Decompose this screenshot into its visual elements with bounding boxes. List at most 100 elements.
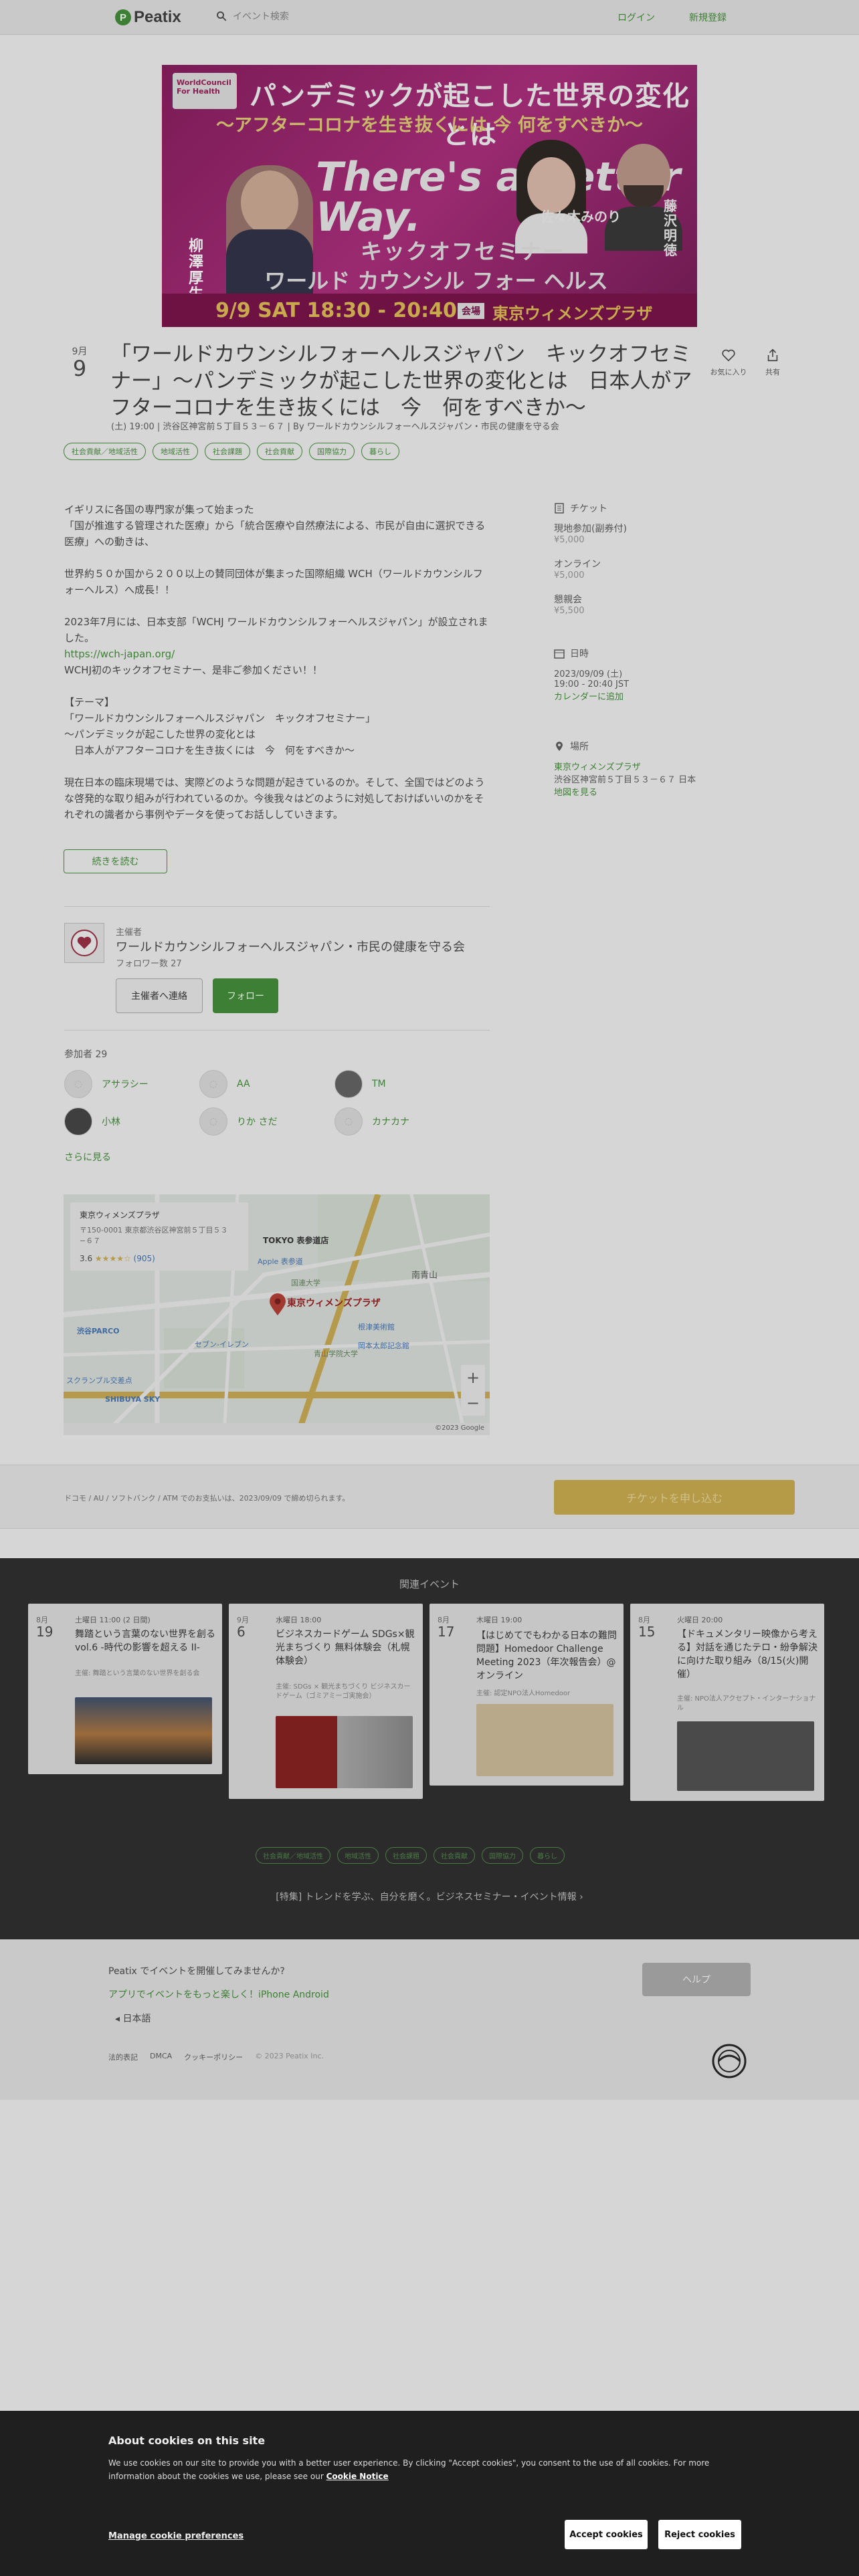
- desc-p3: 2023年7月には、日本支部「WCHJ ワールドカウンシルフォーヘルスジャパン」…: [64, 616, 488, 644]
- tag-item[interactable]: 国際協力: [482, 1847, 523, 1864]
- host-event-link[interactable]: Peatix でイベントを開催してみませんか?: [108, 1964, 285, 1977]
- search-placeholder: イベント検索: [233, 11, 289, 22]
- special-feature-link[interactable]: [特集] トレンドを学ぶ、自分を磨く。ビジネスセミナー・イベント情報 ›: [0, 1890, 859, 1903]
- footer-link[interactable]: 法的表記: [108, 2052, 138, 2062]
- view-map-link[interactable]: 地図を見る: [554, 788, 597, 798]
- favorite-button[interactable]: お気に入り: [710, 348, 747, 377]
- help-button[interactable]: ヘルプ: [642, 1963, 751, 1996]
- ticket-item: 懇親会 ¥5,500: [554, 595, 585, 616]
- zoom-in-button[interactable]: +: [466, 1368, 480, 1387]
- related-heading: 関連イベント: [399, 1578, 460, 1590]
- tag-item[interactable]: 暮らし: [361, 443, 399, 460]
- map-pin-icon: [270, 1293, 286, 1315]
- tag-item[interactable]: 社会貢献／地域活性: [64, 443, 146, 460]
- footer-link[interactable]: DMCA: [150, 2052, 172, 2062]
- event-thumbnail: [476, 1704, 613, 1776]
- event-date: 2023/09/09 (土): [554, 669, 623, 679]
- organizer-avatar[interactable]: [64, 923, 104, 963]
- related-event-card[interactable]: 8月 19 土曜日 11:00 (2 日間) 舞踏という言葉のない世界を創るvo…: [28, 1604, 222, 1774]
- signup-link[interactable]: 新規登録: [689, 11, 727, 24]
- peatix-logo[interactable]: P Peatix: [115, 8, 181, 27]
- favorite-label: お気に入り: [710, 368, 747, 377]
- manage-cookies-link[interactable]: Manage cookie preferences: [108, 2531, 244, 2541]
- related-event-card[interactable]: 8月 15 火曜日 20:00 【ドキュメンタリー映像から考える】対話を通じたテ…: [630, 1604, 824, 1801]
- desc-theme: 【テーマ】 「ワールドカウンシルフォーヘルスジャパン キックオフセミナー」 ～パ…: [64, 696, 376, 756]
- related-event-title: 【ドキュメンタリー映像から考える】対話を通じたテロ・紛争解決に向けた取り組み（8…: [677, 1629, 818, 1680]
- contact-organizer-button[interactable]: 主催者へ連絡: [116, 978, 203, 1013]
- event-thumbnail: [75, 1697, 212, 1764]
- app-link[interactable]: アプリでイベントをもっと楽しく！iPhone Android: [108, 1988, 329, 2001]
- map-zoom-controls[interactable]: + −: [461, 1365, 485, 1416]
- add-to-calendar-link[interactable]: カレンダーに追加: [554, 692, 624, 702]
- payment-note: ドコモ / AU / ソフトバンク / ATM でのお支払いは、2023/09/…: [64, 1494, 350, 1503]
- organizer-followers: フォロワー数 27: [116, 959, 182, 969]
- login-link[interactable]: ログイン: [617, 11, 655, 24]
- related-event-title: 【はじめてでもわかる日本の難問問題】Homedoor Challenge Mee…: [476, 1630, 617, 1681]
- share-button[interactable]: 共有: [759, 348, 786, 377]
- banner-seminar: キックオフセミナー: [360, 239, 565, 264]
- banner-datetime: 9/9 SAT 18:30 - 20:40: [215, 299, 457, 322]
- participants-heading: 参加者 29: [64, 1049, 108, 1060]
- participant-item[interactable]: ◌ りか さだ: [199, 1107, 277, 1136]
- desc-p2: 世界約５０か国から２００以上の賛同団体が集まった国際組織 WCH（ワールドカウン…: [64, 568, 483, 596]
- participant-item[interactable]: ◌ カナカナ: [335, 1107, 409, 1136]
- share-icon: [767, 348, 778, 362]
- follow-button[interactable]: フォロー: [213, 978, 278, 1013]
- tag-item[interactable]: 国際協力: [309, 443, 355, 460]
- chevron-right-icon: ›: [579, 1892, 583, 1903]
- participant-item[interactable]: ◌ AA: [199, 1070, 250, 1098]
- bottom-tags: 社会貢献／地域活性 地域活性 社会課題 社会貢献 国際協力 暮らし: [256, 1847, 565, 1864]
- venue-address: 渋谷区神宮前５丁目５３－６７ 日本: [554, 775, 696, 785]
- search-box[interactable]: イベント検索: [215, 9, 289, 23]
- event-title: 「ワールドカウンシルフォーヘルスジャパン キックオフセミナー」～パンデミックが起…: [110, 342, 692, 420]
- organizer-logo-icon: [71, 930, 98, 956]
- event-meta: (土) 19:00 | 渋谷区神宮前５丁目５３－６７ | By ワールドカウンシ…: [111, 422, 559, 432]
- tag-item[interactable]: 地域活性: [337, 1847, 379, 1864]
- language-selector[interactable]: ◂ 日本語: [115, 2012, 151, 2025]
- tag-item[interactable]: 地域活性: [153, 443, 198, 460]
- venue-map[interactable]: 東京ウィメンズプラザ 〒150-0001 東京都渋谷区神宮前５丁目５３−６７ 3…: [64, 1194, 490, 1435]
- related-event-card[interactable]: 9月 6 水曜日 18:00 ビジネスカードゲーム SDGs×観光まちづくり 無…: [229, 1604, 423, 1799]
- tag-item[interactable]: 社会貢献: [434, 1847, 475, 1864]
- peatix-footer-logo-icon: [712, 2044, 747, 2078]
- location-pin-icon: [556, 742, 563, 751]
- ticket-item: オンライン ¥5,000: [554, 559, 601, 580]
- event-day: 9: [72, 356, 87, 381]
- reject-cookies-button[interactable]: Reject cookies: [658, 2520, 741, 2549]
- organizer-name[interactable]: ワールドカウンシルフォーヘルスジャパン・市民の健康を守る会: [116, 938, 465, 955]
- event-description: イギリスに各国の専門家が集って始まった 「国が推進する管理された医療」から「統合…: [64, 502, 492, 823]
- speaker2-name: 佐々木みのり: [541, 209, 621, 225]
- banner-venue: 東京ウィメンズプラザ: [492, 304, 653, 323]
- participant-item[interactable]: TM: [335, 1070, 386, 1098]
- desc-p4: WCHJ初のキックオフセミナー、是非ご参加ください！！: [64, 664, 322, 676]
- section-divider: [64, 1030, 490, 1031]
- tag-item[interactable]: 社会課題: [205, 443, 250, 460]
- event-sidebar: チケット 現地参加(副券付) ¥5,000 オンライン ¥5,000 懇親会 ¥5,5…: [554, 502, 755, 798]
- tag-item[interactable]: 社会貢献: [257, 443, 302, 460]
- event-tags: 社会貢献／地域活性 地域活性 社会課題 社会貢献 国際協力 暮らし: [64, 443, 399, 460]
- avatar: [335, 1070, 363, 1098]
- venue-link[interactable]: 東京ウィメンズプラザ: [554, 760, 755, 772]
- heart-icon: [722, 349, 735, 362]
- zoom-out-button[interactable]: −: [466, 1394, 480, 1412]
- accept-cookies-button[interactable]: Accept cookies: [565, 2520, 648, 2549]
- section-divider: [64, 906, 490, 907]
- participant-item[interactable]: ◌ アサラシー: [64, 1070, 149, 1098]
- participant-item[interactable]: 小林: [64, 1107, 120, 1136]
- date-heading: 日時: [554, 647, 755, 660]
- tag-item[interactable]: 暮らし: [530, 1847, 565, 1864]
- cookie-notice-link[interactable]: Cookie Notice: [326, 2472, 389, 2481]
- event-thumbnail: [276, 1716, 413, 1788]
- avatar: ◌: [335, 1107, 363, 1136]
- tag-item[interactable]: 社会課題: [385, 1847, 427, 1864]
- tag-item[interactable]: 社会貢献／地域活性: [256, 1847, 330, 1864]
- copyright: © 2023 Peatix Inc.: [255, 2052, 324, 2060]
- logo-text: Peatix: [134, 8, 181, 26]
- avatar: ◌: [199, 1070, 227, 1098]
- see-more-participants-link[interactable]: さらに見る: [64, 1150, 111, 1164]
- related-event-card[interactable]: 8月 17 木曜日 19:00 【はじめてでもわかる日本の難問問題】Homedo…: [430, 1604, 624, 1786]
- read-more-button[interactable]: 続きを読む: [64, 849, 167, 873]
- buy-ticket-button[interactable]: チケットを申し込む: [554, 1480, 795, 1515]
- wch-link[interactable]: https://wch-japan.org/: [64, 648, 175, 660]
- footer-link[interactable]: クッキーポリシー: [184, 2052, 243, 2062]
